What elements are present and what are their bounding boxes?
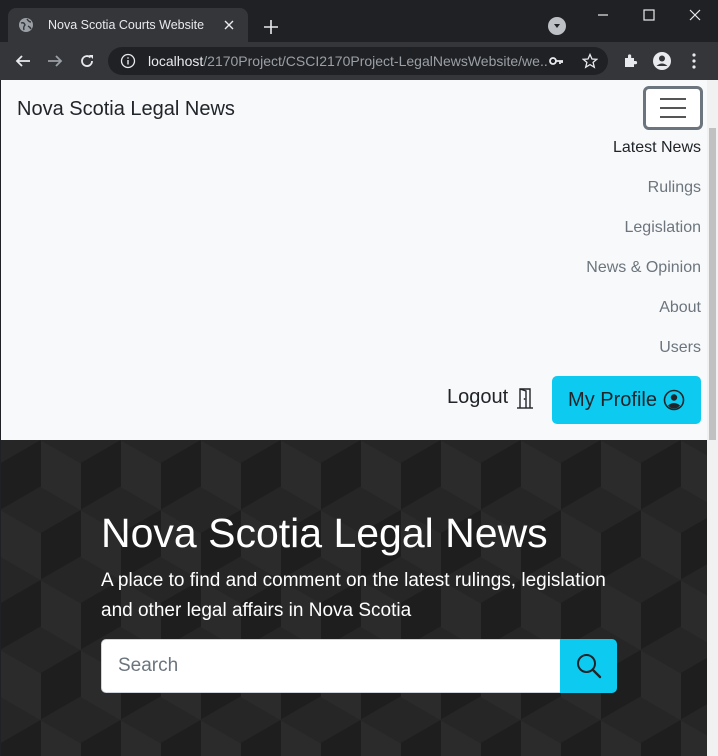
nav-item-legislation[interactable]: Legislation — [586, 208, 702, 248]
address-bar[interactable]: localhost/2170Project/CSCI2170Project-Le… — [108, 47, 608, 75]
window-close-icon[interactable] — [672, 0, 718, 30]
search-button[interactable] — [560, 639, 617, 693]
hero-title: Nova Scotia Legal News — [101, 510, 548, 556]
url-text: localhost/2170Project/CSCI2170Project-Le… — [148, 53, 548, 69]
navbar-toggler-button[interactable] — [643, 86, 703, 130]
page-content: Nova Scotia Legal News Latest News Rulin… — [1, 80, 707, 756]
nav-menu: Latest News Rulings Legislation News & O… — [586, 128, 701, 368]
nav-item-rulings[interactable]: Rulings — [586, 168, 701, 208]
profile-icon[interactable] — [648, 47, 676, 75]
close-icon[interactable] — [220, 16, 238, 34]
door-icon — [516, 387, 534, 409]
nav-item-news-opinion[interactable]: News & Opinion — [586, 248, 701, 288]
nav-item-about[interactable]: About — [586, 288, 701, 328]
maximize-icon[interactable] — [626, 0, 672, 30]
menu-icon[interactable] — [680, 47, 708, 75]
logout-label: Logout — [447, 386, 509, 408]
logout-link[interactable]: Logout — [447, 386, 534, 409]
minimize-icon[interactable] — [580, 0, 626, 30]
hero-subtitle: A place to find and comment on the lates… — [101, 570, 606, 621]
star-icon[interactable] — [582, 53, 598, 69]
hero-section: Nova Scotia Legal News A place to find a… — [1, 440, 707, 756]
forward-icon[interactable] — [41, 47, 69, 75]
nav-item-latest-news[interactable]: Latest News — [586, 128, 701, 168]
profile-label: My Profile — [568, 388, 657, 411]
search-input[interactable] — [101, 639, 561, 693]
browser-toolbar: localhost/2170Project/CSCI2170Project-Le… — [0, 42, 718, 80]
back-icon[interactable] — [9, 47, 37, 75]
navbar: Nova Scotia Legal News Latest News Rulin… — [1, 80, 707, 440]
my-profile-button[interactable]: My Profile — [552, 376, 701, 424]
browser-titlebar: Nova Scotia Courts Website — [0, 0, 718, 42]
hamburger-icon — [660, 98, 686, 100]
person-circle-icon — [663, 389, 685, 411]
globe-icon — [18, 17, 34, 33]
nav-item-users[interactable]: Users — [586, 328, 701, 368]
navbar-brand[interactable]: Nova Scotia Legal News — [17, 98, 235, 121]
tab-title: Nova Scotia Courts Website — [48, 18, 205, 32]
search-icon — [575, 652, 603, 680]
browser-tab[interactable]: Nova Scotia Courts Website — [8, 8, 248, 42]
key-icon[interactable] — [548, 53, 564, 69]
page-scrollbar[interactable] — [707, 80, 718, 756]
plus-icon[interactable] — [258, 14, 284, 40]
scrollbar-thumb[interactable] — [709, 128, 716, 440]
extensions-icon[interactable] — [616, 47, 644, 75]
info-icon[interactable] — [120, 53, 136, 69]
reload-icon[interactable] — [73, 47, 101, 75]
tab-search-icon[interactable] — [548, 17, 566, 35]
